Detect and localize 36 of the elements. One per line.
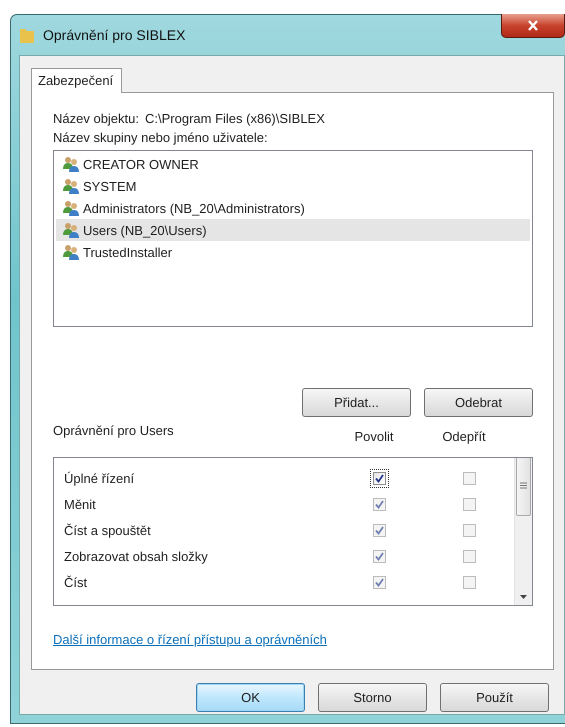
field-label: Název objektu: — [53, 110, 139, 128]
permissions-label: Oprávnění pro Users — [53, 423, 174, 438]
dialog-button[interactable]: OK — [196, 683, 305, 712]
column-header: Povolit — [353, 428, 395, 446]
permission-name: Úplné řízení — [64, 470, 136, 486]
window-title: Oprávnění pro SIBLEX — [43, 27, 186, 43]
dialog-button[interactable]: Použít — [440, 683, 549, 712]
list-item[interactable]: TrustedInstaller — [56, 241, 530, 263]
scrollbar[interactable] — [514, 458, 532, 605]
scroll-thumb[interactable] — [516, 458, 531, 516]
users-icon — [62, 200, 80, 216]
permission-name: Měnit — [64, 496, 97, 512]
users-icon — [62, 222, 80, 238]
list-label: Název skupiny nebo jméno uživatele: — [53, 129, 269, 147]
permission-name: Číst a spouštět — [64, 522, 152, 538]
folder-icon — [19, 26, 35, 44]
permission-name: Číst — [64, 574, 88, 590]
list-item[interactable]: CREATOR OWNER — [56, 153, 530, 175]
close-button[interactable] — [501, 14, 565, 38]
users-icon — [62, 178, 80, 194]
list-button[interactable]: Přidat... — [302, 388, 411, 417]
users-icon — [62, 156, 80, 172]
principal-list[interactable]: CREATOR OWNER SYSTEM Administrators (NB_20\Administrators) Users (NB_20\Users) TrustedInstaller — [53, 150, 533, 327]
list-item[interactable]: SYSTEM — [56, 175, 530, 197]
help-link[interactable]: Další informace o řízení přístupu a oprávněních — [53, 632, 327, 647]
scroll-down-icon[interactable] — [520, 595, 527, 599]
close-icon — [527, 20, 539, 31]
tab[interactable]: Zabezpečení — [31, 68, 122, 93]
users-icon — [62, 244, 80, 260]
list-button[interactable]: Odebrat — [424, 388, 533, 417]
object-path: C:\Program Files (x86)\SIBLEX — [145, 110, 325, 128]
list-item[interactable]: Users (NB_20\Users) — [56, 219, 530, 241]
list-item[interactable]: Administrators (NB_20\Administrators) — [56, 197, 530, 219]
column-header: Odepřít — [441, 428, 487, 446]
dialog-button[interactable]: Storno — [318, 683, 427, 712]
permission-name: Zobrazovat obsah složky — [64, 548, 209, 564]
